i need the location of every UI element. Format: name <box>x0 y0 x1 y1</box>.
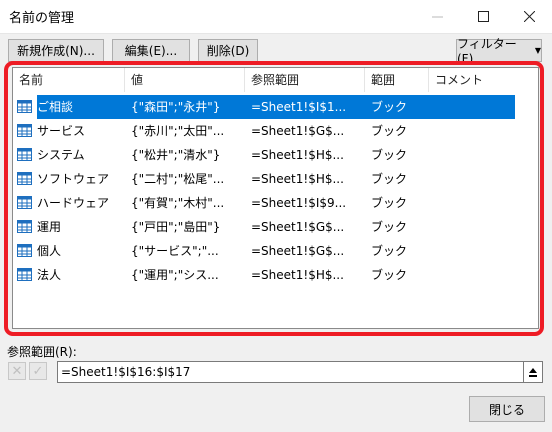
list-row[interactable]: 運用 {"戸田";"島田"} =Sheet1!$G$... ブック <box>13 215 538 239</box>
row-value: {"松井";"清水"} <box>131 148 221 162</box>
reference-label: 参照範囲(R): <box>7 345 77 359</box>
row-refers-to: =Sheet1!$I$1... <box>251 100 347 114</box>
row-comment <box>435 167 535 191</box>
row-value: {"サービス";"... <box>131 244 219 258</box>
filter-label: フィルター(F) <box>457 37 517 66</box>
name-table-icon <box>17 196 32 209</box>
row-comment <box>435 239 535 263</box>
list-row[interactable]: ハードウェア {"有賀";"木村"... =Sheet1!$I$9... ブック <box>13 191 538 215</box>
close-button[interactable]: 閉じる <box>469 396 545 422</box>
name-table-icon <box>17 172 32 185</box>
row-name: 個人 <box>37 244 62 258</box>
new-button[interactable]: 新規作成(N)... <box>8 39 104 62</box>
row-scope: ブック <box>371 148 408 162</box>
row-refers-to: =Sheet1!$H$... <box>251 148 344 162</box>
delete-button[interactable]: 削除(D) <box>198 39 258 62</box>
row-scope: ブック <box>371 124 408 138</box>
row-name: ハードウェア <box>37 196 110 210</box>
row-value: {"赤川";"太田"... <box>131 124 225 138</box>
list-row[interactable]: ソフトウェア {"二村";"松尾"... =Sheet1!$H$... ブック <box>13 167 538 191</box>
row-comment <box>435 95 535 119</box>
row-name: 法人 <box>37 268 62 282</box>
row-comment <box>435 263 535 287</box>
edit-button[interactable]: 編集(E)... <box>112 39 190 62</box>
name-table-icon <box>17 268 32 281</box>
row-scope: ブック <box>371 268 408 282</box>
row-value: {"有賀";"木村"... <box>131 196 225 210</box>
title-bar: 名前の管理 <box>0 0 552 34</box>
row-value: {"戸田";"島田"} <box>131 220 221 234</box>
name-table-icon <box>17 124 32 137</box>
list-header: 名前 値 参照範囲 範囲 コメント <box>13 68 538 92</box>
name-table-icon <box>17 244 32 257</box>
row-comment <box>435 191 535 215</box>
filter-button[interactable]: フィルター(F) ▼ <box>456 37 542 66</box>
row-scope: ブック <box>371 196 408 210</box>
window-title: 名前の管理 <box>9 11 75 26</box>
list-row[interactable]: システム {"松井";"清水"} =Sheet1!$H$... ブック <box>13 143 538 167</box>
minimize-icon[interactable] <box>414 0 460 32</box>
column-header-scope[interactable]: 範囲 <box>365 68 429 92</box>
row-refers-to: =Sheet1!$I$9... <box>251 196 347 210</box>
confirm-edit-icon: ✓ <box>29 362 47 380</box>
row-name: システム <box>37 148 85 162</box>
name-table-icon <box>17 100 32 113</box>
row-value: {"二村";"松尾"... <box>131 172 225 186</box>
row-name: 運用 <box>37 220 62 234</box>
name-table-icon <box>17 148 32 161</box>
column-header-comment[interactable]: コメント <box>429 68 538 92</box>
reference-input[interactable]: =Sheet1!$I$16:$I$17 <box>57 361 525 383</box>
row-comment <box>435 143 535 167</box>
row-name: サービス <box>37 124 86 138</box>
maximize-icon[interactable] <box>460 0 506 32</box>
column-header-name[interactable]: 名前 <box>13 68 125 92</box>
row-refers-to: =Sheet1!$G$... <box>251 124 345 138</box>
names-list[interactable]: 名前 値 参照範囲 範囲 コメント ご相談 {"森田";"永井"} =Sheet1!… <box>12 67 539 329</box>
row-scope: ブック <box>371 100 408 114</box>
close-icon[interactable] <box>506 0 552 32</box>
row-scope: ブック <box>371 220 408 234</box>
row-scope: ブック <box>371 244 408 258</box>
row-refers-to: =Sheet1!$H$... <box>251 268 344 282</box>
list-row[interactable]: 個人 {"サービス";"... =Sheet1!$G$... ブック <box>13 239 538 263</box>
row-refers-to: =Sheet1!$G$... <box>251 220 345 234</box>
collapse-dialog-icon[interactable] <box>523 361 543 383</box>
row-refers-to: =Sheet1!$H$... <box>251 172 344 186</box>
row-comment <box>435 215 535 239</box>
name-table-icon <box>17 220 32 233</box>
column-header-value[interactable]: 値 <box>125 68 245 92</box>
list-row[interactable]: 法人 {"運用";"シス... =Sheet1!$H$... ブック <box>13 263 538 287</box>
row-value: {"森田";"永井"} <box>131 100 221 114</box>
cancel-edit-icon: ✕ <box>8 362 26 380</box>
row-comment <box>435 119 535 143</box>
column-header-refers-to[interactable]: 参照範囲 <box>245 68 365 92</box>
row-name: ソフトウェア <box>37 172 110 186</box>
dropdown-arrow-icon: ▼ <box>534 46 541 55</box>
row-value: {"運用";"シス... <box>131 268 219 282</box>
row-refers-to: =Sheet1!$G$... <box>251 244 345 258</box>
row-name: ご相談 <box>37 100 74 114</box>
list-row[interactable]: サービス {"赤川";"太田"... =Sheet1!$G$... ブック <box>13 119 538 143</box>
list-row[interactable]: ご相談 {"森田";"永井"} =Sheet1!$I$1... ブック <box>13 95 538 119</box>
row-scope: ブック <box>371 172 408 186</box>
